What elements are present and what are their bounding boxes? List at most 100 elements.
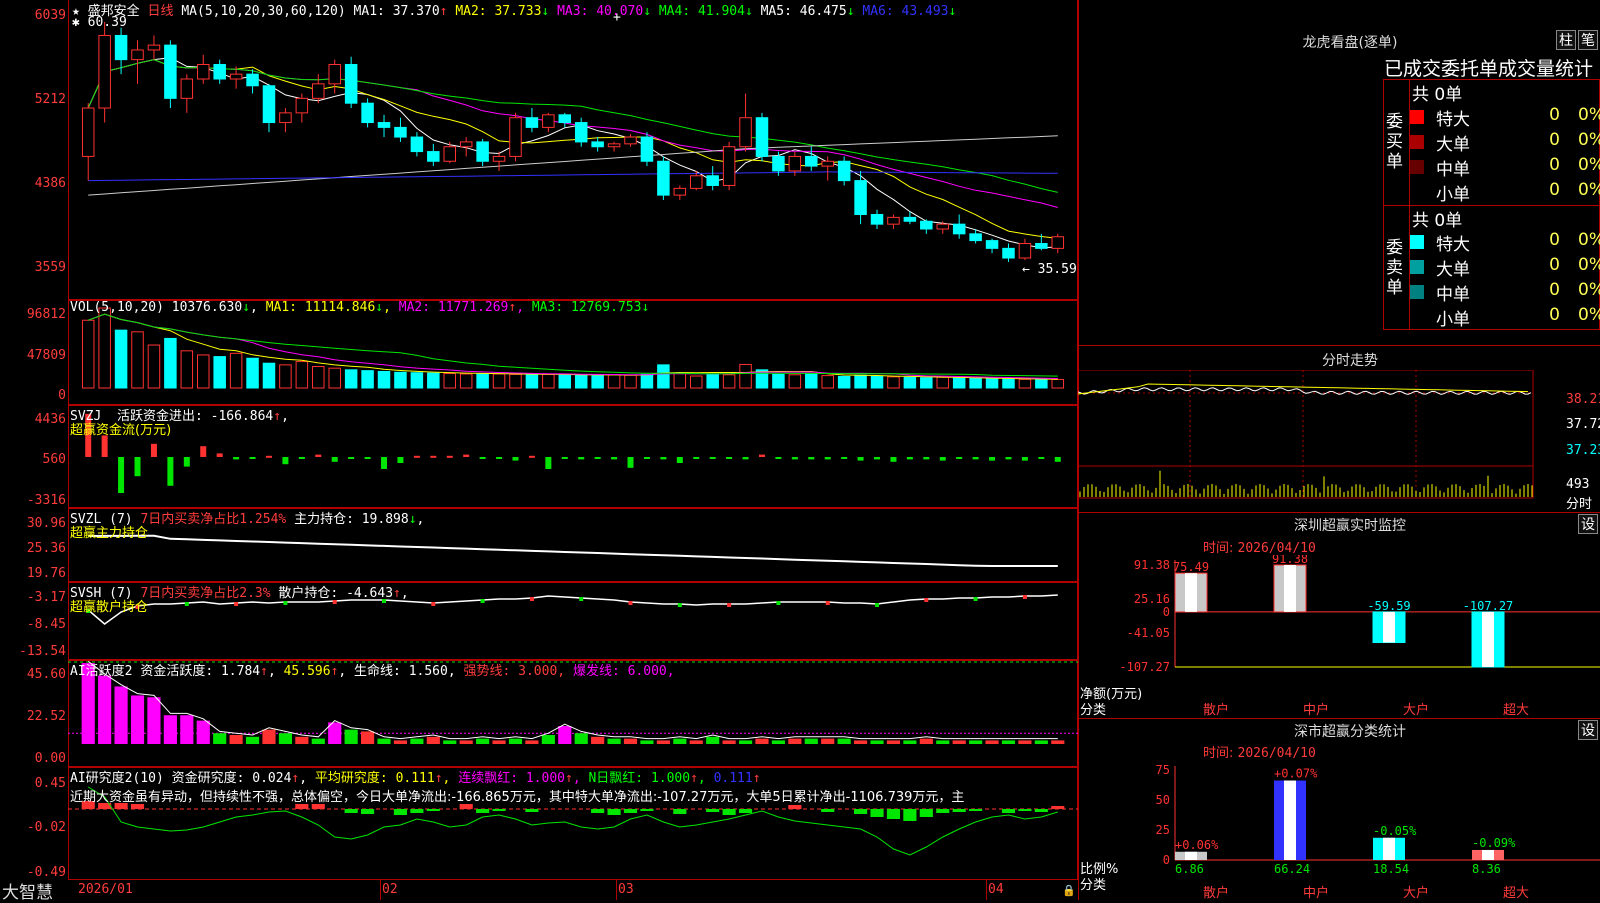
volume-bar <box>739 363 752 389</box>
sell-row-super[interactable]: 特大00% <box>1410 230 1600 255</box>
svzj-bar <box>561 457 568 459</box>
volume-bar <box>312 366 325 389</box>
period-label[interactable]: 日线 <box>148 4 174 19</box>
sell-row-small[interactable]: 小单00% <box>1410 305 1600 330</box>
ai-active-bar <box>673 738 687 744</box>
ai-active-bar <box>656 740 670 744</box>
candle-body <box>410 136 424 153</box>
svzj-bar <box>496 457 503 459</box>
svzj-bar <box>709 457 716 459</box>
svzj-bar <box>939 457 946 461</box>
svzj-bar <box>545 457 552 469</box>
ai-research-bar <box>969 809 983 811</box>
sz-monitor-axis-label: 0 <box>1163 605 1170 619</box>
volume-bar <box>657 364 670 389</box>
volume-bar <box>476 373 489 389</box>
ai-active-bar <box>508 738 523 744</box>
svzj-bar <box>101 435 108 457</box>
volume-bar <box>1051 378 1065 389</box>
candle-body <box>591 141 604 148</box>
bar-mode-button[interactable]: 柱 <box>1556 30 1576 50</box>
sz-monitor-bar-highlight <box>1185 573 1197 612</box>
buy-total: 共 0单 <box>1412 85 1463 105</box>
buy-row-large[interactable]: 大单00% <box>1410 130 1600 155</box>
candle-body <box>854 180 867 215</box>
candle-body <box>558 114 572 124</box>
candle-body <box>640 136 654 162</box>
svzj-bar <box>430 455 437 458</box>
volume-bar <box>443 373 457 389</box>
volume-bar <box>624 374 637 389</box>
main-chart-area[interactable]: ★ 盛邦安全 日线 MA(5,10,20,30,60,120) MA1: 37.… <box>0 0 1078 903</box>
ai-active-axis-mid: 22.52 <box>26 709 66 724</box>
ai-active-bar <box>476 738 490 744</box>
sell-row-medium[interactable]: 中单00% <box>1410 280 1600 305</box>
sz-monitor-title: 深圳超赢实时监控 <box>1294 518 1406 534</box>
volume-bar <box>821 375 834 389</box>
svsh-tick <box>1022 595 1027 599</box>
sz-classify-axis-label: 50 <box>1156 793 1170 807</box>
legend-swatch <box>1410 235 1424 249</box>
legend-swatch <box>1410 285 1424 299</box>
brand-logo: 大智慧 <box>2 883 53 903</box>
candle-body <box>788 155 802 172</box>
ai-research-bar <box>640 809 654 811</box>
svsh-tick <box>727 603 732 607</box>
ai-research-bar <box>1034 809 1048 812</box>
sz-classify-value-label: 18.54 <box>1373 862 1409 876</box>
svsh-tick <box>628 601 633 605</box>
sell-row-large[interactable]: 大单00% <box>1410 255 1600 280</box>
intraday-chart[interactable] <box>1078 370 1600 512</box>
ai-active-bar <box>196 720 210 744</box>
svzj-bar <box>874 457 881 460</box>
intraday-axis-bot: 37.23 <box>1566 443 1600 458</box>
volume-bar <box>377 370 391 389</box>
svzj-bar <box>758 454 765 457</box>
ai-research-bar <box>673 809 687 814</box>
intraday-frame <box>1078 370 1534 499</box>
ai-active-bar <box>114 686 128 744</box>
sz-monitor-chart[interactable]: 91.3825.160-41.05-107.2775.4991.38-59.59… <box>1078 555 1600 715</box>
volume-bar <box>196 354 210 389</box>
ai-active-bar <box>591 736 605 744</box>
svsh-tick <box>431 602 436 606</box>
svzj-bar <box>989 457 996 461</box>
volume-bar <box>706 373 719 389</box>
ai-active-bar <box>393 740 408 744</box>
svzj-bar <box>413 455 420 458</box>
sz-monitor-value-label: 75.49 <box>1173 560 1209 574</box>
svzj-axis-bot: -3316 <box>26 493 66 508</box>
buy-row-small[interactable]: 小单00% <box>1410 180 1600 205</box>
ai-active-bar <box>426 736 440 744</box>
ai-research-bar <box>886 809 901 819</box>
ai-active-bar <box>788 738 802 744</box>
volume-chart[interactable] <box>68 300 1078 405</box>
svzj-bar <box>841 457 848 459</box>
ai-research-bar <box>426 809 440 811</box>
volume-bar <box>640 373 654 389</box>
volume-bar <box>344 369 358 389</box>
volume-bar <box>887 376 900 389</box>
candlestick-chart[interactable] <box>68 0 1078 300</box>
lock-icon[interactable]: 🔒 <box>1062 884 1076 897</box>
candle-body <box>1018 243 1032 259</box>
sz-classify-cat-3: 超大 <box>1503 886 1530 901</box>
candle-body <box>706 175 719 186</box>
tick-mode-button[interactable]: 笔 <box>1578 30 1598 50</box>
ai-active-bar <box>1018 740 1032 744</box>
ma4-text: MA4: 41.904↓ <box>658 4 753 19</box>
candle-body <box>525 117 539 128</box>
sz-monitor-settings-button[interactable]: 设 <box>1578 514 1598 534</box>
buy-row-super[interactable]: 特大00% <box>1410 105 1600 130</box>
ai-research-bar <box>1018 809 1032 811</box>
sz-classify-bar-highlight <box>1185 851 1197 860</box>
candle-body <box>887 216 900 225</box>
date-axis-apr: 04 <box>988 882 1004 897</box>
svzl-axis-mid: 25.36 <box>26 541 66 556</box>
ai-active-bar <box>689 740 703 744</box>
volume-bar <box>180 350 194 389</box>
sz-classify-settings-button[interactable]: 设 <box>1578 720 1598 740</box>
buy-row-medium[interactable]: 中单00% <box>1410 155 1600 180</box>
sz-classify-bar-highlight <box>1284 780 1296 860</box>
sz-classify-chart[interactable]: 75 50 25 0 +0.06% 6.86 +0.07% 66.24 -0.05% 18.54 -… <box>1078 760 1600 900</box>
